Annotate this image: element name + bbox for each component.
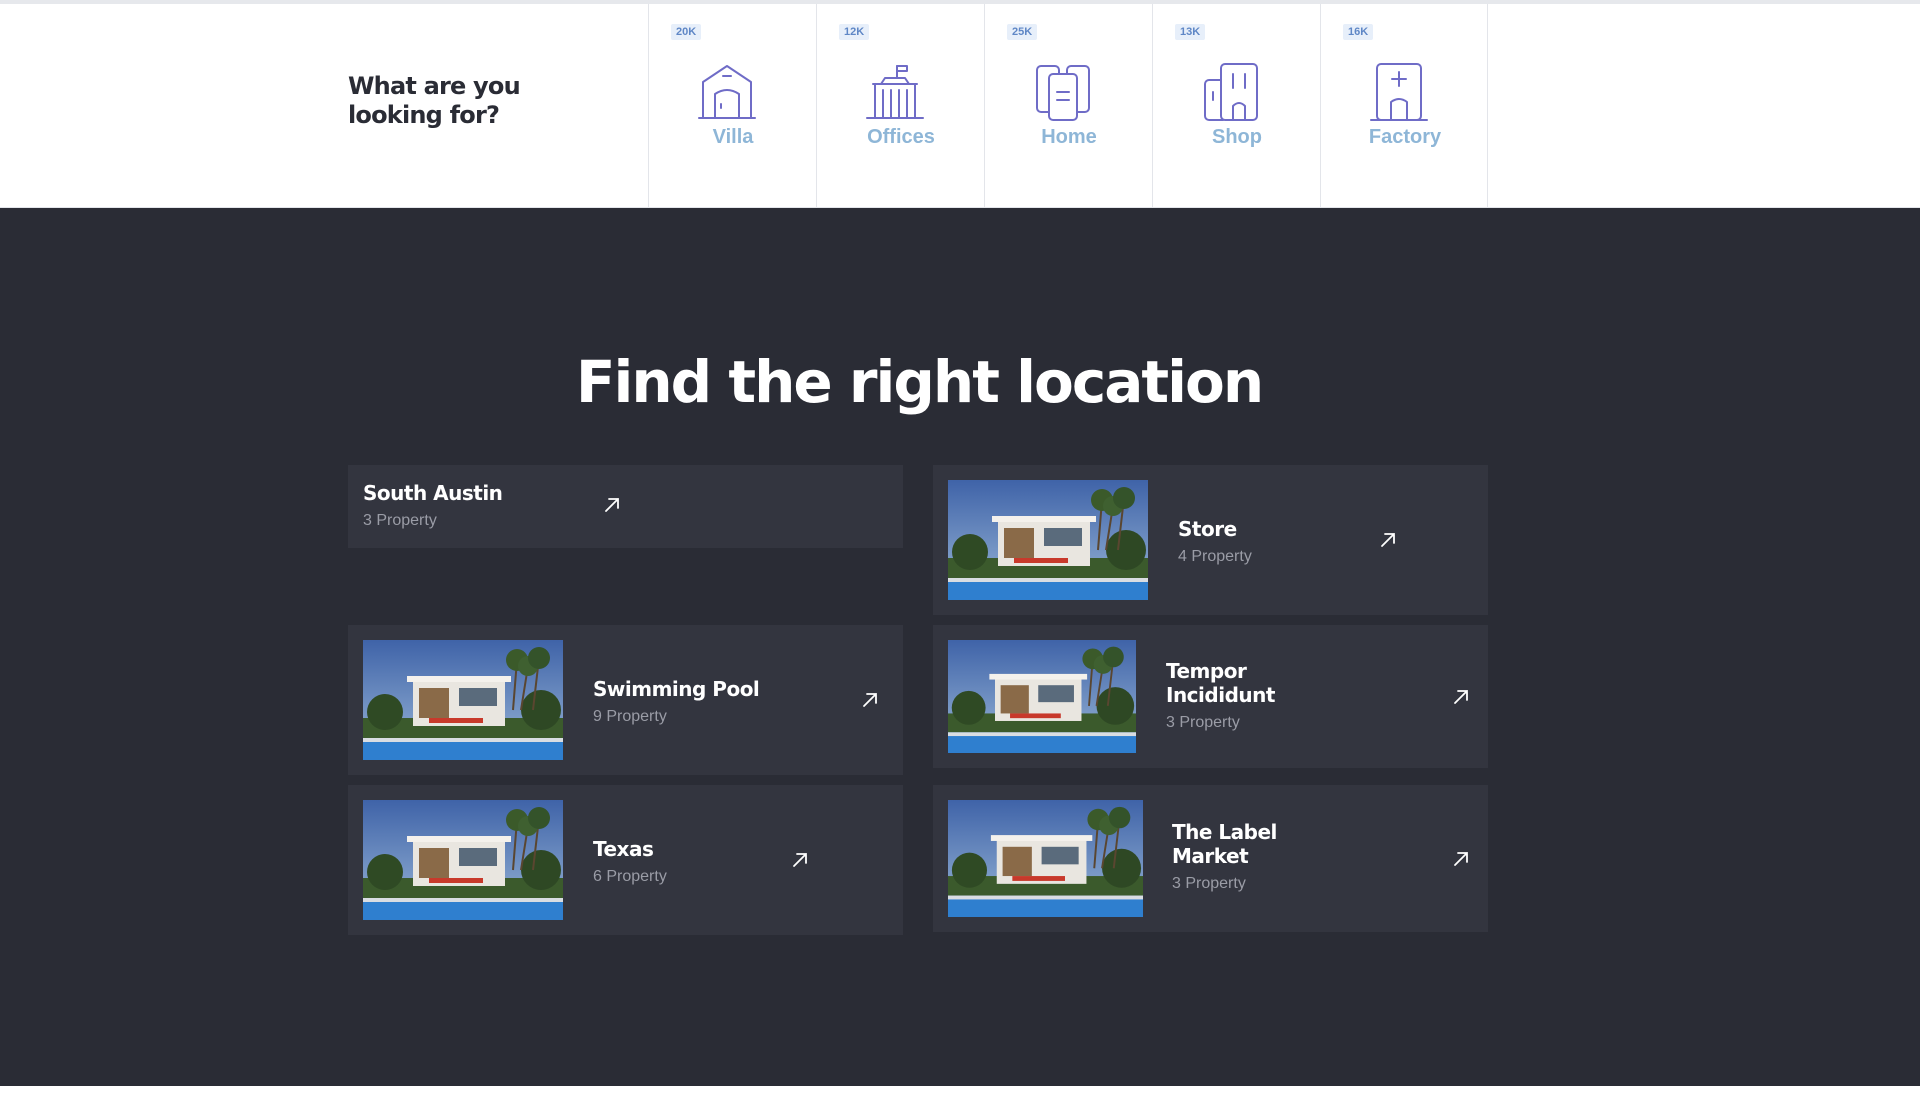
location-count: 9 Property [593, 708, 667, 725]
villa-photo [363, 800, 563, 920]
locations-title: Find the right location [575, 348, 1264, 416]
arrow-up-right-icon[interactable] [790, 850, 810, 870]
category-shop[interactable]: 13K Shop [1152, 4, 1320, 208]
location-count: 4 Property [1178, 548, 1252, 565]
category-count-badge: 25K [1007, 24, 1038, 40]
villa-photo [363, 640, 563, 760]
category-count-badge: 20K [671, 24, 702, 40]
arrow-up-right-icon[interactable] [602, 495, 622, 515]
location-count: 3 Property [363, 512, 437, 529]
category-label: Home [1041, 126, 1097, 148]
offices-icon [865, 60, 925, 122]
category-count-badge: 12K [839, 24, 870, 40]
shop-icon [1201, 60, 1261, 122]
home-icon [1033, 60, 1093, 122]
arrow-up-right-icon[interactable] [1451, 849, 1471, 869]
location-card-store[interactable]: Store 4 Property [933, 465, 1488, 615]
arrow-up-right-icon[interactable] [1451, 687, 1471, 707]
category-label: Shop [1212, 126, 1262, 148]
location-card-the-label-market[interactable]: The Label Market 3 Property [933, 785, 1488, 932]
villa-photo [948, 640, 1136, 753]
location-name: Swimming Pool [593, 677, 760, 701]
category-offices[interactable]: 12K Offices [816, 4, 984, 208]
arrow-up-right-icon[interactable] [860, 690, 880, 710]
location-card-tempor-incididunt[interactable]: Tempor Incididunt 3 Property [933, 625, 1488, 768]
category-count-badge: 16K [1343, 24, 1374, 40]
villa-icon [697, 60, 757, 122]
category-heading: What are you looking for? [348, 72, 521, 129]
category-list: 20K Villa 12K Offices 25K Home 13K Shop … [648, 4, 1488, 208]
location-name: Tempor Incididunt [1166, 659, 1275, 707]
category-label: Factory [1368, 126, 1442, 148]
arrow-up-right-icon[interactable] [1378, 530, 1398, 550]
category-count-badge: 13K [1175, 24, 1206, 40]
location-card-swimming-pool[interactable]: Swimming Pool 9 Property [348, 625, 903, 775]
locations-section: Find the right location South Austin 3 P… [0, 208, 1920, 1086]
location-count: 3 Property [1166, 714, 1240, 731]
location-count: 6 Property [593, 868, 667, 885]
location-card-texas[interactable]: Texas 6 Property [348, 785, 903, 935]
factory-icon [1369, 60, 1429, 122]
villa-photo [948, 480, 1148, 600]
location-name: South Austin [363, 481, 503, 505]
category-label: Offices [867, 126, 935, 148]
page-footer-gap [0, 1086, 1920, 1110]
location-count: 3 Property [1172, 875, 1246, 892]
location-card-south-austin[interactable]: South Austin 3 Property [348, 465, 903, 548]
location-name: Store [1178, 517, 1237, 541]
category-factory[interactable]: 16K Factory [1320, 4, 1488, 208]
location-name: Texas [593, 837, 654, 861]
category-home[interactable]: 25K Home [984, 4, 1152, 208]
category-strip: What are you looking for? 20K Villa 12K [0, 4, 1920, 208]
category-villa[interactable]: 20K Villa [648, 4, 816, 208]
villa-photo [948, 800, 1143, 917]
category-label: Villa [712, 126, 754, 148]
location-name: The Label Market [1172, 820, 1277, 868]
